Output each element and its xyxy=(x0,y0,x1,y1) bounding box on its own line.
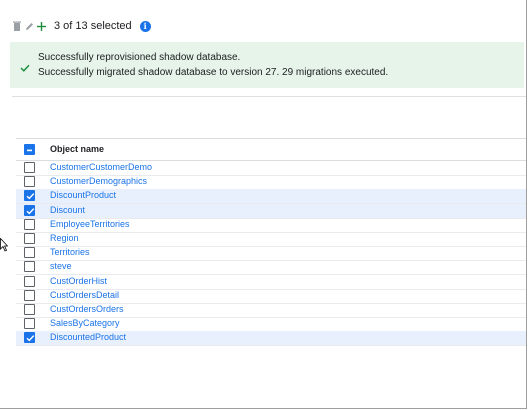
table-row[interactable]: Region xyxy=(16,232,526,247)
object-name-link[interactable]: CustomerDemographics xyxy=(50,176,147,186)
object-name-link[interactable]: Discount xyxy=(50,205,85,215)
row-checkbox[interactable] xyxy=(24,332,35,344)
select-all-checkbox[interactable] xyxy=(24,144,35,155)
object-name-link[interactable]: Territories xyxy=(50,247,90,257)
object-name-link[interactable]: Region xyxy=(50,233,79,243)
object-name-link[interactable]: steve xyxy=(50,261,72,271)
table-row[interactable]: SalesByCategory xyxy=(16,317,526,333)
row-checkbox[interactable] xyxy=(24,176,35,188)
table-row[interactable]: DiscountedProduct xyxy=(16,331,526,347)
selection-count: 3 of 13 selected xyxy=(54,20,132,32)
object-name-link[interactable]: CustOrdersDetail xyxy=(50,290,119,300)
table-row[interactable]: steve xyxy=(16,260,526,276)
table-header: Object name xyxy=(16,138,526,161)
row-checkbox[interactable] xyxy=(24,289,35,301)
object-name-link[interactable]: CustomerCustomerDemo xyxy=(50,162,152,172)
table-row[interactable]: Discount xyxy=(16,203,526,219)
delete-icon[interactable] xyxy=(12,20,22,32)
info-icon[interactable]: i xyxy=(139,20,151,32)
row-checkbox[interactable] xyxy=(24,162,35,173)
row-checkbox[interactable] xyxy=(24,304,35,315)
row-checkbox[interactable] xyxy=(24,218,35,230)
alert-message-2: Successfully migrated shadow database to… xyxy=(38,67,389,78)
table-row[interactable]: CustOrderHist xyxy=(16,275,526,290)
object-name-link[interactable]: CustOrderHist xyxy=(50,276,107,286)
object-name-link[interactable]: DiscountedProduct xyxy=(50,332,126,342)
table-row[interactable]: EmployeeTerritories xyxy=(16,218,526,233)
mouse-cursor-icon xyxy=(0,237,9,257)
row-checkbox[interactable] xyxy=(24,318,35,330)
table-row[interactable]: CustomerCustomerDemo xyxy=(16,161,526,176)
table-row[interactable]: CustOrdersDetail xyxy=(16,289,526,304)
check-icon xyxy=(20,59,30,77)
alert-message-1: Successfully reprovisioned shadow databa… xyxy=(38,52,241,63)
object-name-link[interactable]: CustOrdersOrders xyxy=(50,304,124,314)
object-name-link[interactable]: DiscountProduct xyxy=(50,190,116,200)
object-name-link[interactable]: EmployeeTerritories xyxy=(50,219,130,229)
table-row[interactable]: DiscountProduct xyxy=(16,189,526,205)
add-icon[interactable] xyxy=(36,20,46,32)
row-checkbox[interactable] xyxy=(24,275,35,287)
row-checkbox[interactable] xyxy=(24,204,35,216)
object-name-link[interactable]: SalesByCategory xyxy=(50,318,120,328)
row-checkbox[interactable] xyxy=(24,190,35,202)
row-checkbox[interactable] xyxy=(24,247,35,259)
toolbar: 3 of 13 selected i xyxy=(12,18,151,34)
row-checkbox[interactable] xyxy=(24,233,35,244)
column-header-object-name: Object name xyxy=(50,144,105,154)
divider xyxy=(12,96,526,97)
table-row[interactable]: CustomerDemographics xyxy=(16,175,526,191)
table-row[interactable]: Territories xyxy=(16,246,526,262)
success-alert: Successfully reprovisioned shadow databa… xyxy=(10,42,524,88)
row-checkbox[interactable] xyxy=(24,261,35,273)
table-row[interactable]: CustOrdersOrders xyxy=(16,303,526,318)
edit-icon[interactable] xyxy=(24,20,34,32)
